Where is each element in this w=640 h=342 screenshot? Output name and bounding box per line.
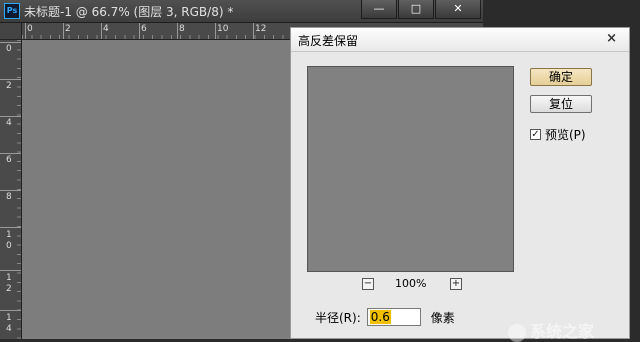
radius-input[interactable]: 0.6 [366, 308, 421, 326]
maximize-button[interactable]: □ [398, 0, 434, 19]
ruler-label: 10 [217, 24, 229, 34]
zoom-level: 100% [395, 277, 427, 290]
ruler-tick [101, 23, 102, 39]
ruler-label: 1 2 [6, 273, 12, 294]
ruler-tick [0, 42, 21, 43]
radius-unit: 像素 [430, 310, 455, 325]
ruler-tick [25, 23, 26, 39]
preview-checkbox[interactable]: ✓ [530, 129, 541, 140]
preview-zoom-controls: − 100% + [307, 277, 514, 292]
preview-checkbox-label: 预览(P) [545, 128, 586, 142]
photoshop-logo-icon: Ps [4, 3, 20, 19]
ruler-label: 6 [141, 24, 147, 34]
ruler-label: 0 [27, 24, 33, 34]
ruler-label: 4 [103, 24, 109, 34]
ruler-label: 2 [6, 81, 12, 91]
filter-preview[interactable] [307, 66, 514, 272]
close-button[interactable]: ✕ [435, 0, 481, 19]
radius-row: 半径(R): 0.6 像素 [315, 308, 455, 326]
radius-value: 0.6 [369, 310, 391, 324]
ruler-tick [0, 116, 21, 117]
ruler-tick [0, 270, 21, 271]
ruler-tick [0, 310, 21, 311]
ruler-tick [0, 227, 21, 228]
ruler-label: 12 [255, 24, 267, 34]
ruler-tick [215, 23, 216, 39]
high-pass-dialog: 高反差保留 × − 100% + 确定 复位 ✓ 预览(P) 半径(R): 0.… [290, 27, 630, 339]
ruler-tick [139, 23, 140, 39]
ruler-label: 1 4 [6, 313, 12, 334]
ruler-tick [0, 153, 21, 154]
ruler-label: 8 [6, 192, 12, 202]
ruler-label: 6 [6, 155, 12, 165]
ruler-tick [177, 23, 178, 39]
dialog-title: 高反差保留 [298, 34, 359, 48]
ruler-tick [253, 23, 254, 39]
vertical-ruler[interactable]: 0 2 4 6 8 1 0 1 2 1 4 [0, 40, 22, 339]
ruler-label: 2 [65, 24, 71, 34]
ruler-label: 0 [6, 44, 12, 54]
ruler-tick [0, 79, 21, 80]
zoom-in-button[interactable]: + [450, 278, 462, 290]
dialog-close-icon[interactable]: × [606, 31, 617, 46]
ruler-label: 1 0 [6, 230, 12, 251]
window-controls: — □ ✕ [360, 0, 481, 20]
ok-button[interactable]: 确定 [530, 68, 592, 86]
ruler-tick [0, 190, 21, 191]
watermark: 系统之家 [508, 318, 640, 342]
minimize-button[interactable]: — [361, 0, 397, 19]
watermark-text: 系统之家 [530, 322, 595, 341]
reset-button[interactable]: 复位 [530, 95, 592, 113]
ruler-label: 8 [179, 24, 185, 34]
document-title: 未标题-1 @ 66.7% (图层 3, RGB/8) * [24, 5, 234, 19]
zoom-out-button[interactable]: − [362, 278, 374, 290]
radius-label: 半径(R): [315, 310, 361, 325]
dialog-titlebar[interactable]: 高反差保留 × [291, 28, 629, 52]
ruler-label: 4 [6, 118, 12, 128]
ruler-origin[interactable] [0, 23, 22, 40]
preview-checkbox-row[interactable]: ✓ 预览(P) [530, 126, 586, 143]
window-titlebar[interactable]: Ps 未标题-1 @ 66.7% (图层 3, RGB/8) * — □ ✕ [0, 0, 483, 23]
ruler-tick [63, 23, 64, 39]
